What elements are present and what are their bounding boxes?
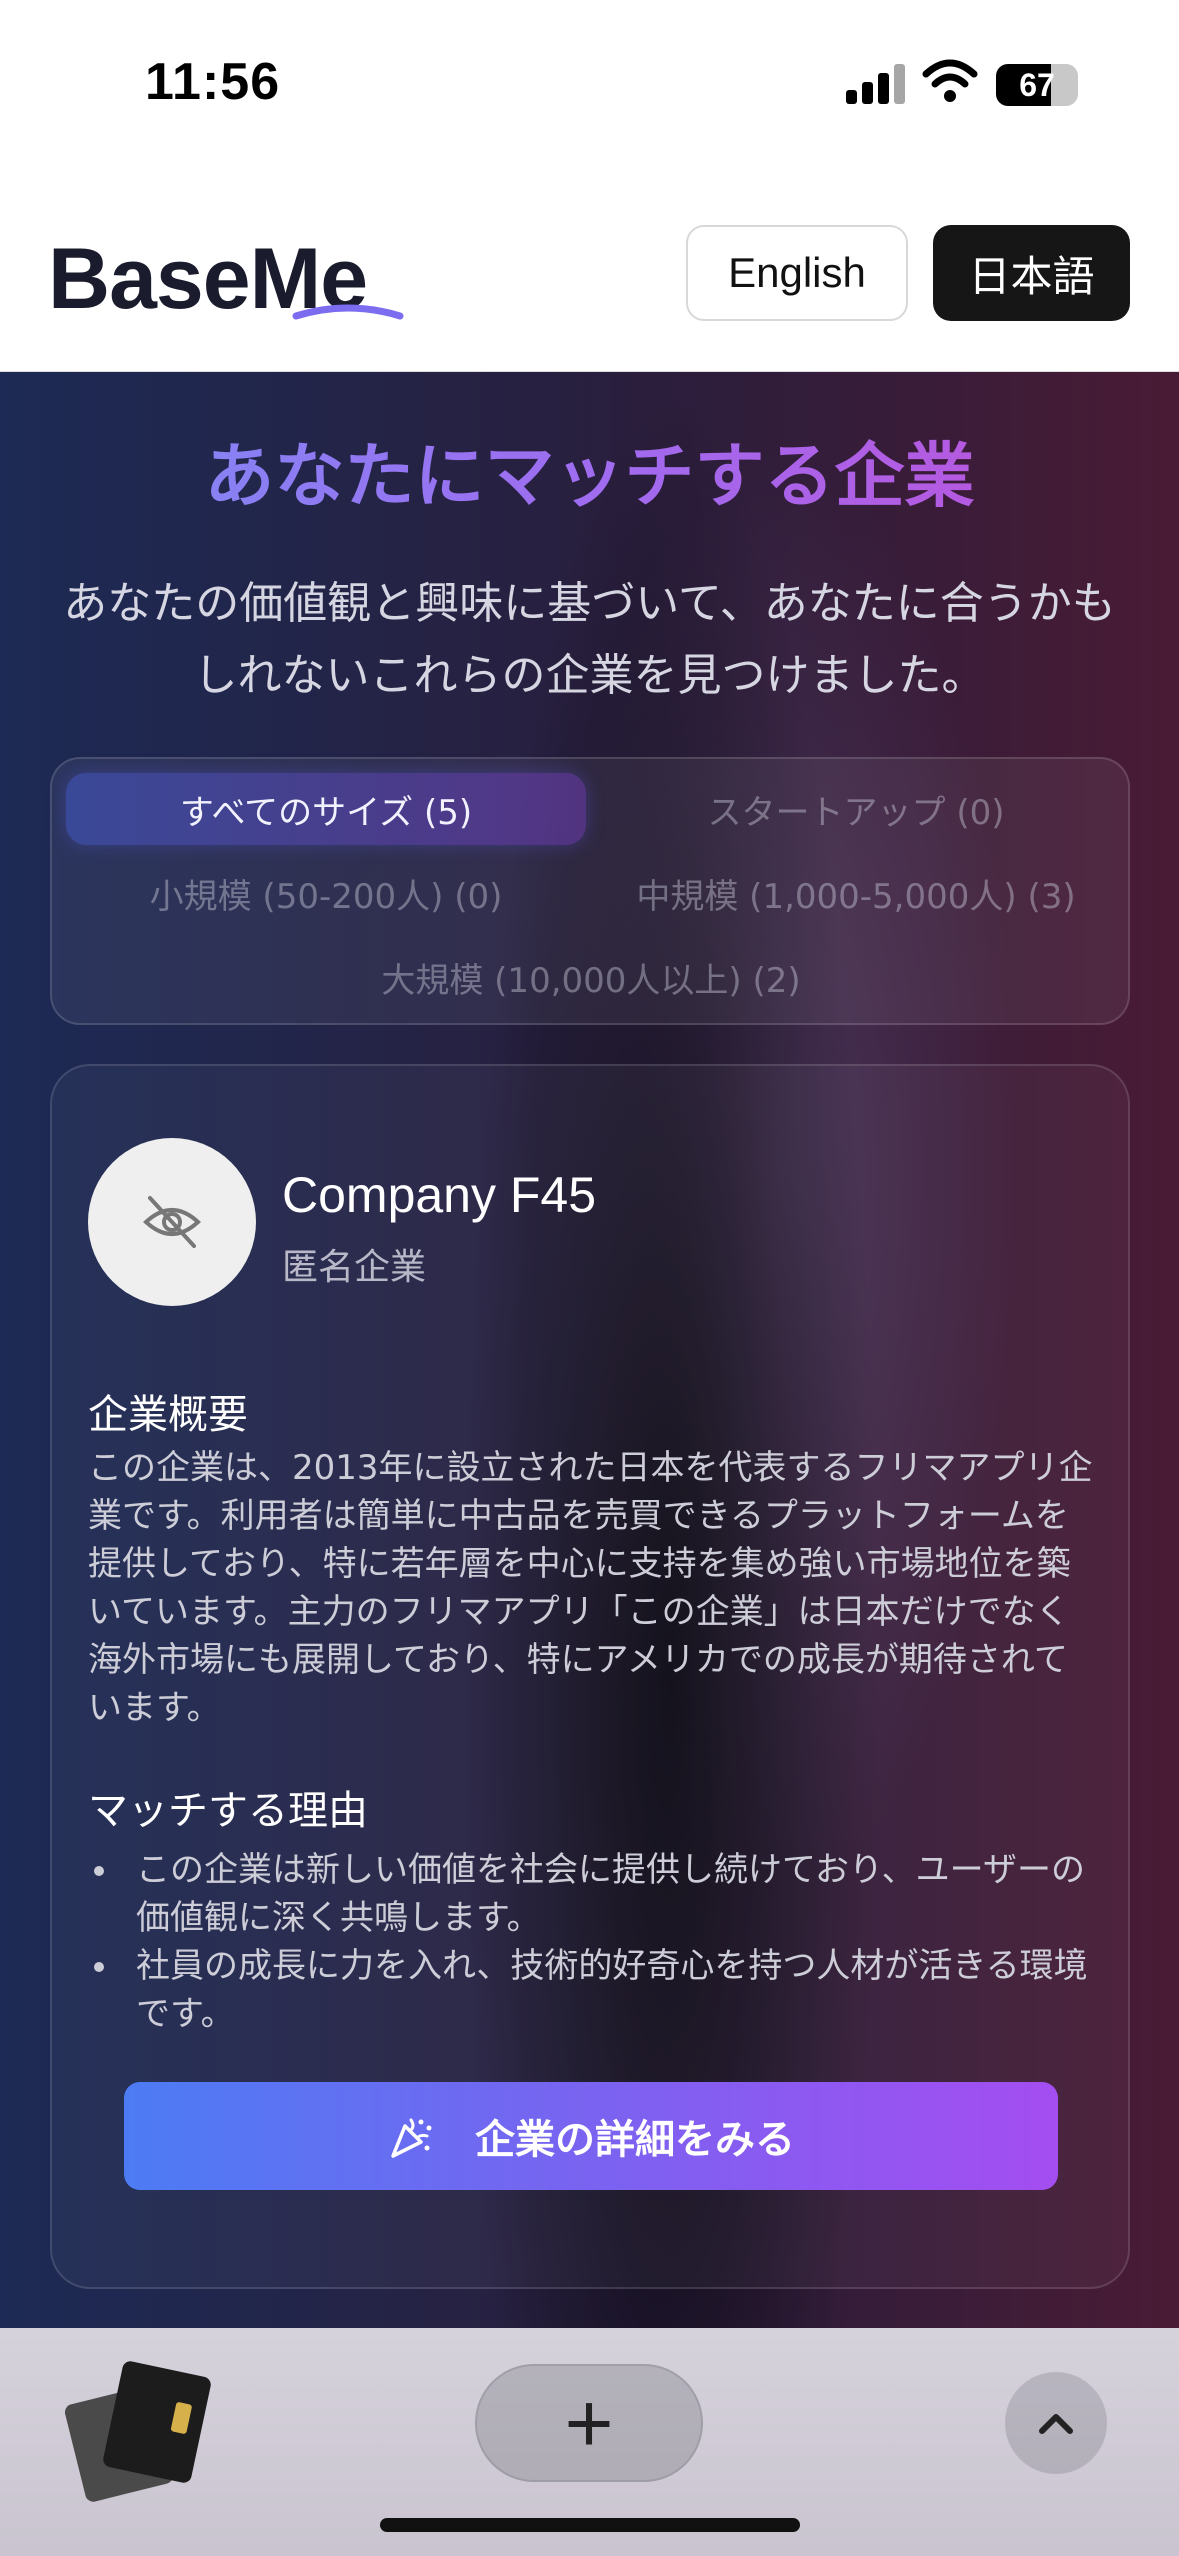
- filter-tab-large[interactable]: 大規模 (10,000人以上) (2): [66, 941, 1116, 1013]
- page-title: あなたにマッチする企業: [0, 420, 1179, 521]
- view-company-details-button[interactable]: 企業の詳細をみる: [124, 2082, 1058, 2190]
- language-japanese-button[interactable]: 日本語: [933, 225, 1130, 321]
- reason-item: この企業は新しい価値を社会に提供し続けており、ユーザーの価値観に深く共鳴します。: [88, 1846, 1098, 1942]
- status-bar: 11:56 67: [0, 0, 1179, 180]
- scroll-up-button[interactable]: [1005, 2372, 1107, 2474]
- home-indicator: [380, 2518, 800, 2532]
- wifi-icon: [922, 59, 978, 102]
- site-header: BaseMe English 日本語: [0, 180, 1179, 372]
- new-tab-button[interactable]: +: [475, 2364, 703, 2482]
- logo-swoosh-icon: [292, 304, 404, 320]
- status-time: 11:56: [145, 53, 281, 111]
- overview-title: 企業概要: [88, 1392, 248, 1438]
- battery-indicator: 67: [996, 64, 1078, 106]
- reason-item: 社員の成長に力を入れ、技術的好奇心を持つ人材が活きる環境です。: [88, 1942, 1098, 2038]
- filter-tab-small[interactable]: 小規模 (50-200人) (0): [66, 857, 586, 929]
- page-subtitle: あなたの価値観と興味に基づいて、あなたに合うかもしれないこれらの企業を見つけまし…: [63, 578, 1116, 701]
- reasons-title: マッチする理由: [88, 1788, 368, 1834]
- language-english-button[interactable]: English: [686, 225, 908, 321]
- size-filter-panel: すべてのサイズ (5) スタートアップ (0) 小規模 (50-200人) (0…: [50, 757, 1130, 1025]
- chevron-up-icon: [1039, 2414, 1073, 2434]
- company-name: Company F45: [282, 1167, 597, 1223]
- filter-tab-medium[interactable]: 中規模 (1,000-5,000人) (3): [596, 857, 1116, 929]
- company-avatar: [88, 1138, 256, 1306]
- view-company-details-label: 企業の詳細をみる: [475, 2117, 795, 2163]
- matches-section: あなたにマッチする企業 あなたの価値観と興味に基づいて、あなたに合うかもしれない…: [0, 372, 1179, 2328]
- reasons-list: この企業は新しい価値を社会に提供し続けており、ユーザーの価値観に深く共鳴します。…: [88, 1846, 1098, 2038]
- filter-tab-startup[interactable]: スタートアップ (0): [596, 773, 1116, 845]
- overview-body: この企業は、2013年に設立された日本を代表するフリマアプリ企業です。利用者は簡…: [88, 1448, 1093, 1728]
- company-card: Company F45 匿名企業 企業概要 この企業は、2013年に設立された日…: [50, 1064, 1130, 2289]
- party-popper-icon: [391, 2118, 432, 2158]
- eye-off-icon: [143, 1196, 201, 1248]
- battery-percent: 67: [1019, 67, 1055, 103]
- browser-bottom-bar: +: [0, 2328, 1179, 2556]
- tab-switcher-icon[interactable]: [63, 2359, 213, 2504]
- filter-tab-all-sizes[interactable]: すべてのサイズ (5): [66, 773, 586, 845]
- battery-tip: [1072, 77, 1078, 93]
- cellular-signal-icon: [846, 62, 906, 104]
- company-type: 匿名企業: [282, 1247, 427, 1288]
